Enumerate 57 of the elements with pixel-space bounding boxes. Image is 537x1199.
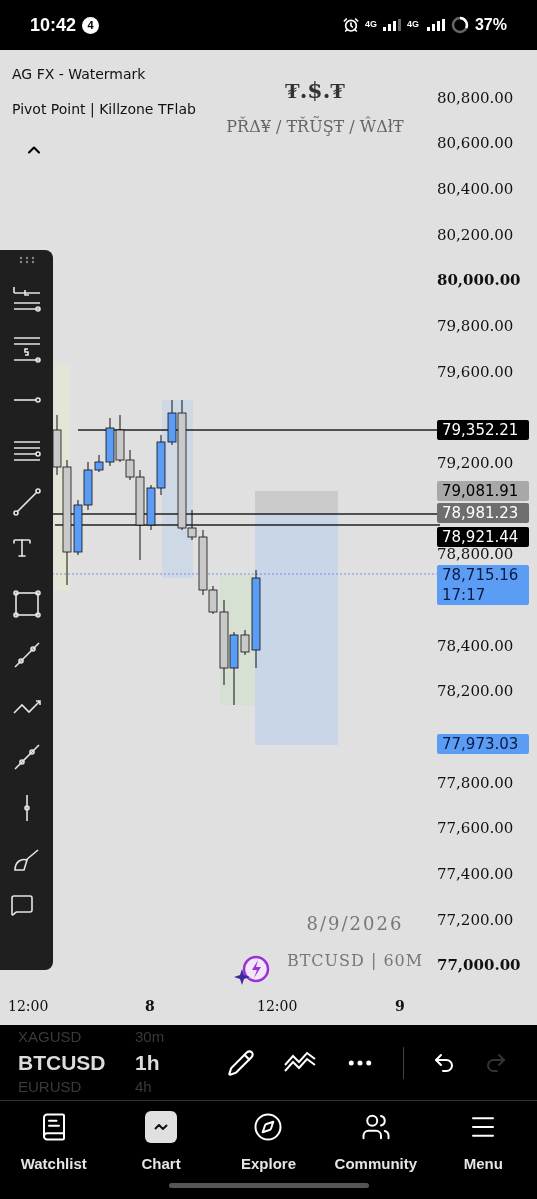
alarm-icon: [342, 17, 359, 33]
time-label: 9: [395, 997, 405, 1016]
price-label: 80,400.00: [437, 178, 514, 200]
compass-icon: [253, 1112, 284, 1142]
signal-icon: [424, 19, 445, 31]
people-icon: [360, 1112, 391, 1142]
price-label: 80,600.00: [437, 133, 514, 155]
price-label: 78,800.00: [437, 544, 514, 566]
symbol-option[interactable]: BTCUSD 1h: [18, 1047, 215, 1078]
nav-tab[interactable]: Watchlist: [3, 1111, 104, 1176]
price-tag: 77,973.03: [437, 734, 529, 754]
price-label: 77,600.00: [437, 818, 514, 840]
time-label: 12:00: [257, 997, 298, 1016]
candlestick: [156, 434, 166, 496]
network-type: 4G: [364, 18, 377, 32]
battery-percent: 37%: [474, 15, 507, 35]
price-label: 77,000.00: [437, 955, 521, 977]
price-label: 77,800.00: [437, 772, 514, 794]
price-label: 77,400.00: [437, 864, 514, 885]
nav-tab[interactable]: Community: [325, 1111, 426, 1176]
watermark-title: ₮.$.₮: [285, 76, 345, 105]
price-label: 79,600.00: [437, 361, 514, 383]
drag-handle-icon[interactable]: [17, 256, 36, 264]
price-label: 80,000.00: [437, 270, 521, 292]
price-level-line[interactable]: [54, 524, 440, 526]
time-label: 8: [145, 997, 155, 1016]
network-type: 4G: [406, 18, 419, 32]
watermark-symbol: BTCUSD | 60M: [286, 950, 424, 972]
price-label: 78,400.00: [437, 635, 514, 657]
nav-tab[interactable]: Menu: [433, 1111, 534, 1176]
nav-tab[interactable]: Chart: [111, 1111, 212, 1176]
notification-count: 4: [82, 16, 100, 34]
indicator-label: AG FX - Watermark: [12, 65, 147, 84]
signal-icon: [382, 19, 401, 31]
price-tag: 79,081.91: [437, 481, 529, 501]
clock-time: 10:42: [30, 13, 77, 37]
nav-tab[interactable]: Explore: [218, 1111, 319, 1176]
price-label: 80,800.00: [437, 87, 514, 109]
chart-canvas[interactable]: [0, 50, 537, 1025]
price-tag: 78,715.16 17:17: [437, 565, 529, 605]
watermark-subtitle: PŘΔ¥ / ŦŘŨŞŦ / ŴΔłŦ: [226, 115, 404, 138]
indicator-label: Pivot Point | Killzone TFlab: [12, 100, 196, 120]
price-label: 78,200.00: [437, 681, 514, 703]
price-label: 80,200.00: [437, 224, 514, 246]
price-label: 79,800.00: [437, 315, 514, 337]
watermark-date: 8/9/2026: [306, 912, 404, 936]
time-label: 12:00: [8, 997, 49, 1016]
price-label: 77,200.00: [437, 909, 514, 931]
price-label: 79,200.00: [437, 452, 514, 474]
pencil-icon[interactable]: [227, 1048, 255, 1077]
chart-icon: [154, 1124, 169, 1130]
price-tag: 79,352.21: [437, 420, 529, 440]
price-level-line[interactable]: [77, 429, 440, 431]
price-tag: 78,921.44: [437, 527, 529, 547]
lightning-badge-icon[interactable]: [234, 955, 272, 987]
battery-ring-icon: [450, 16, 469, 34]
price-tag: 78,981.23: [437, 503, 529, 523]
